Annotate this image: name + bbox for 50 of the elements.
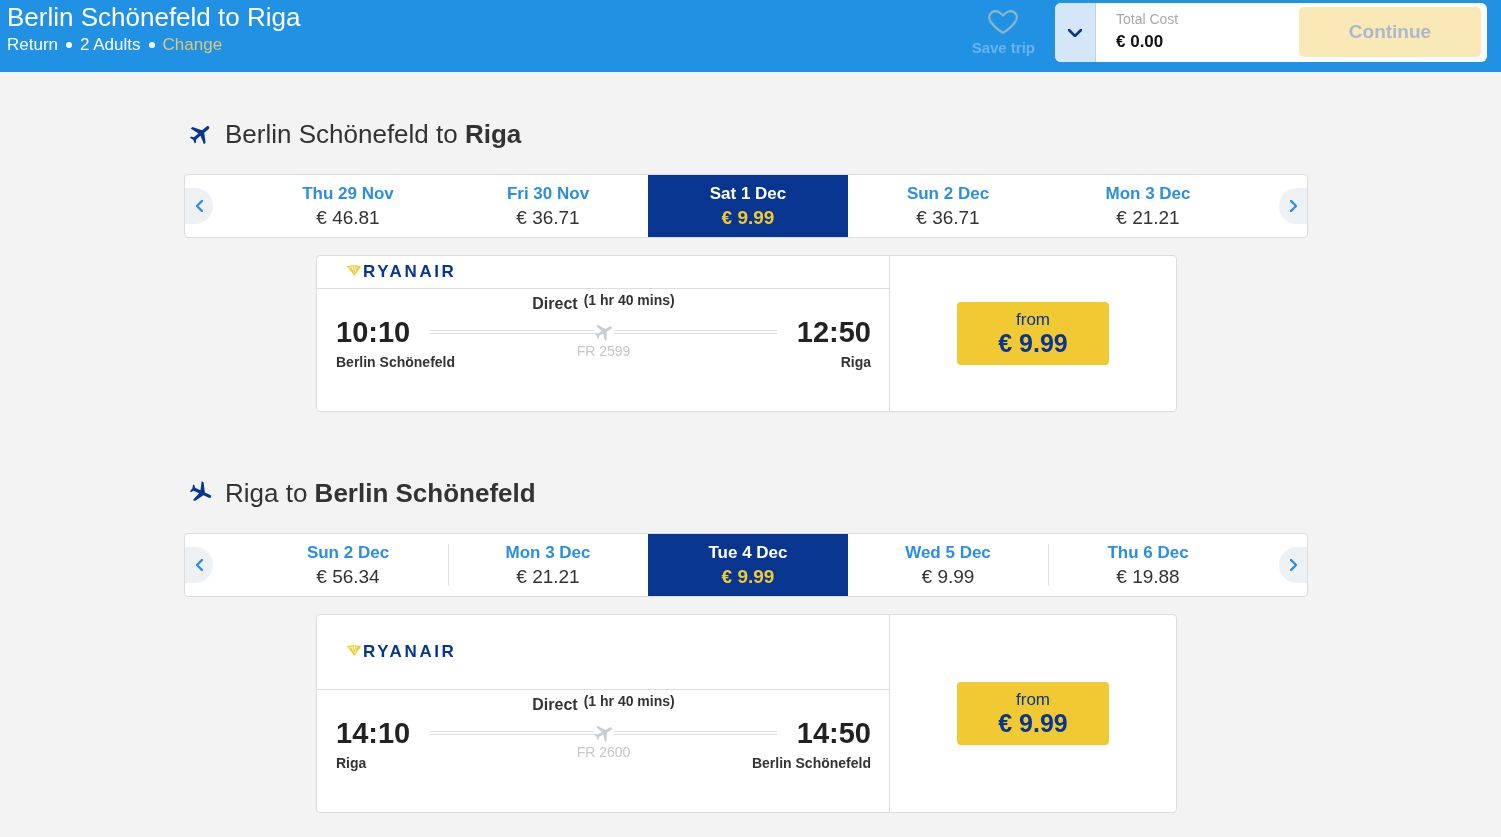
chevron-right-icon <box>1289 559 1297 571</box>
heart-icon <box>988 9 1019 35</box>
date-tab[interactable]: Mon 3 Dec € 21.21 <box>448 534 648 596</box>
chevron-left-icon <box>195 559 203 571</box>
previous-dates-button[interactable] <box>185 188 213 224</box>
trip-detail-text: 2 Adults <box>80 35 141 55</box>
harp-icon <box>347 644 361 656</box>
date-tab[interactable]: Sun 2 Dec € 56.34 <box>248 534 448 596</box>
date-tab[interactable]: Sat 1 Dec € 9.99 <box>648 175 848 237</box>
chevron-right-icon <box>1289 200 1297 212</box>
duration-text: (1 hr 40 mins) <box>583 292 675 308</box>
date-tab[interactable]: Wed 5 Dec € 9.99 <box>848 534 1048 596</box>
date-tab[interactable]: Fri 30 Nov € 36.71 <box>448 175 648 237</box>
chevron-down-icon <box>1068 28 1082 37</box>
flight-number: FR 2599 <box>576 343 631 359</box>
duration-text: (1 hr 40 mins) <box>583 693 675 709</box>
total-toggle-button[interactable] <box>1055 3 1096 62</box>
section-heading: Riga to Berlin Schönefeld <box>225 477 536 509</box>
date-tab[interactable]: Tue 4 Dec € 9.99 <box>648 534 848 596</box>
page-title: Berlin Schönefeld to Riga <box>7 2 301 32</box>
section-heading: Berlin Schönefeld to Riga <box>225 118 522 150</box>
departure-time: 14:10 <box>336 716 411 750</box>
airline-logo-text: RYANAIR <box>363 263 457 281</box>
flight-number: FR 2600 <box>576 744 631 760</box>
departure-time: 10:10 <box>336 315 411 349</box>
trip-detail-text: Return <box>7 35 59 55</box>
date-tab[interactable]: Mon 3 Dec € 21.21 <box>1048 175 1248 237</box>
select-fare-button[interactable]: from € 9.99 <box>957 682 1109 745</box>
arrival-time: 12:50 <box>796 315 871 349</box>
arrival-time: 14:50 <box>796 716 871 750</box>
chevron-left-icon <box>195 200 203 212</box>
dot-icon <box>66 42 73 48</box>
stops-text: Direct <box>532 696 578 714</box>
arrival-airport: Berlin Schönefeld <box>751 754 871 772</box>
dot-icon <box>148 42 155 48</box>
harp-icon <box>347 264 361 276</box>
airline-logo-text: RYANAIR <box>363 643 457 661</box>
date-tab[interactable]: Thu 6 Dec € 19.88 <box>1048 534 1248 596</box>
date-tab[interactable]: Thu 29 Nov € 46.81 <box>248 175 448 237</box>
stops-text: Direct <box>532 295 578 313</box>
total-cost-value: € 0.00 <box>1116 32 1165 52</box>
select-fare-button[interactable]: from € 9.99 <box>957 302 1109 365</box>
date-tab[interactable]: Sun 2 Dec € 36.71 <box>848 175 1048 237</box>
departure-airport: Berlin Schönefeld <box>336 353 456 371</box>
total-cost-label: Total Cost <box>1116 10 1180 28</box>
departure-airport: Riga <box>336 754 367 772</box>
arrival-airport: Riga <box>840 353 871 371</box>
next-dates-button[interactable] <box>1279 188 1307 224</box>
next-dates-button[interactable] <box>1279 547 1307 583</box>
previous-dates-button[interactable] <box>185 547 213 583</box>
